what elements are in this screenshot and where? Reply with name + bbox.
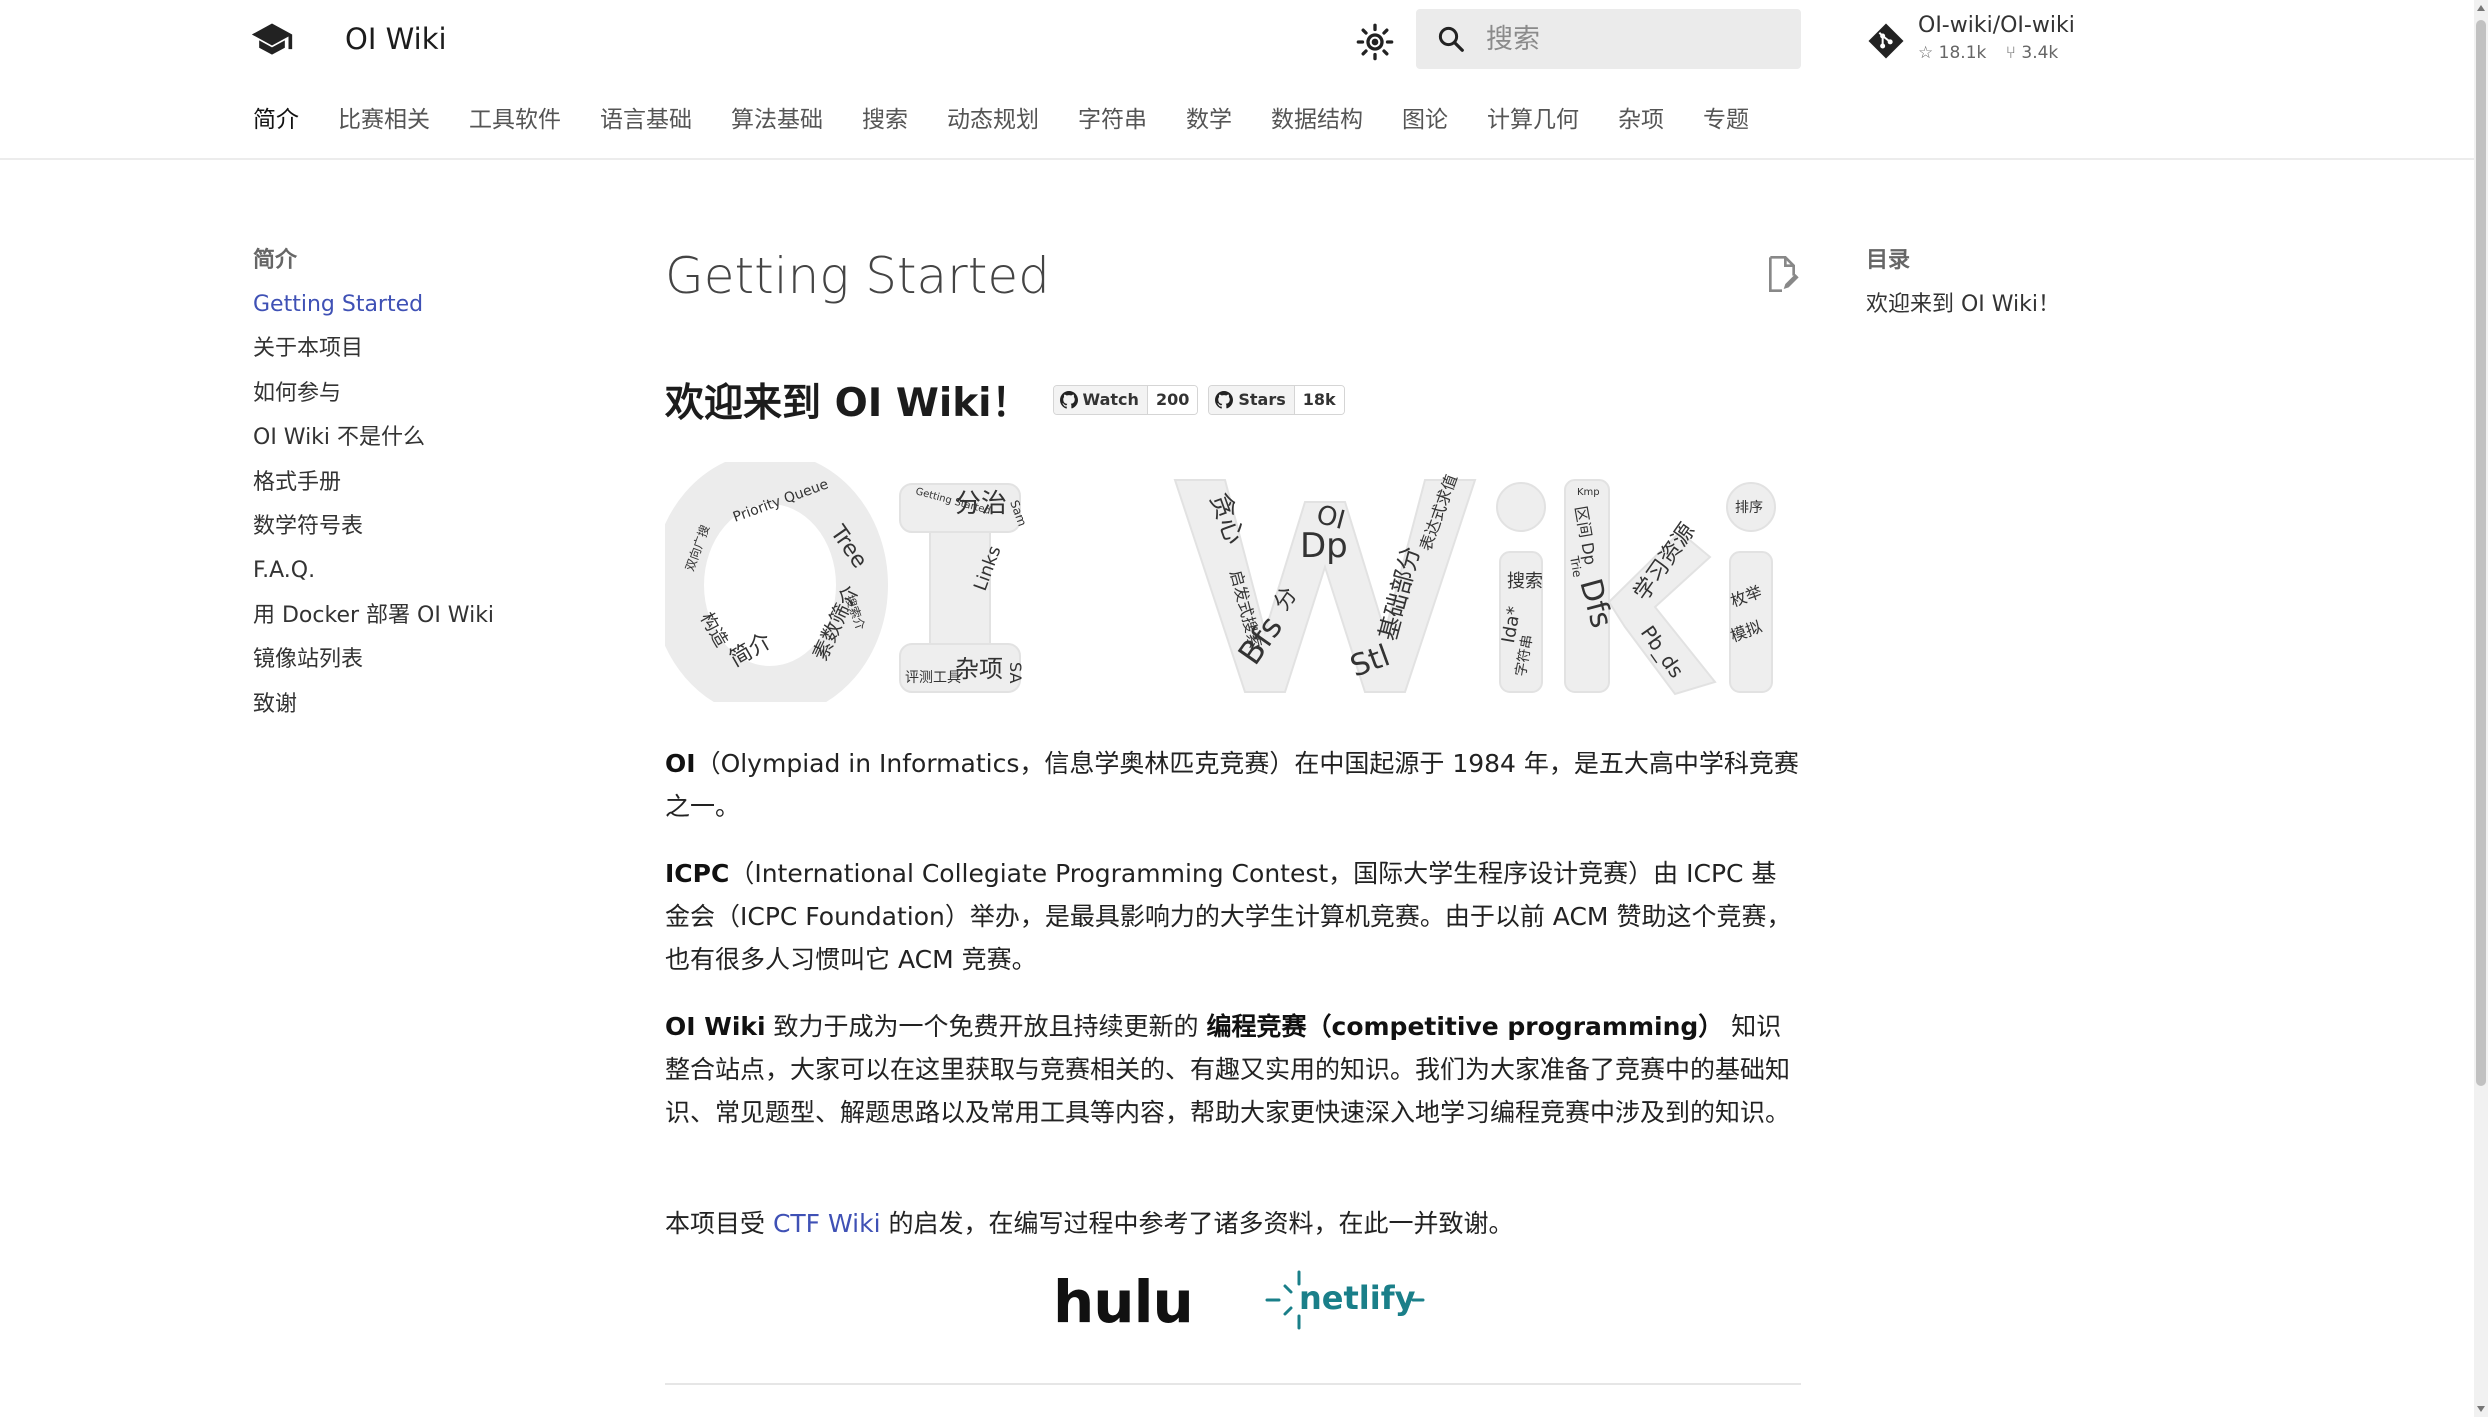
sidebar-item-faq[interactable]: F.A.Q. (253, 556, 583, 586)
toc-title: 目录 (1866, 248, 1911, 273)
table-of-contents: 目录 欢迎来到 OI Wiki！ (1866, 246, 2186, 320)
fork-icon: ⑂ (2005, 43, 2016, 63)
tab-tools[interactable]: 工具软件 (469, 100, 561, 144)
p1-bold: OI (665, 749, 696, 778)
tab-string[interactable]: 字符串 (1078, 100, 1147, 144)
header: OI Wiki 搜索 OI-wiki/OI-wiki ☆ 18.1k ⑂ 3.4… (0, 0, 2474, 160)
word-misc: 杂项 (955, 655, 1003, 683)
repo-stats: ☆ 18.1k ⑂ 3.4k (1918, 42, 2072, 64)
welcome-bold: OI Wiki (834, 381, 992, 426)
repo-name: OI-wiki/OI-wiki (1918, 13, 2075, 38)
tab-math[interactable]: 数学 (1186, 100, 1232, 144)
theme-toggle-icon[interactable] (1355, 22, 1395, 62)
tab-topic[interactable]: 专题 (1703, 100, 1749, 144)
tab-misc[interactable]: 杂项 (1618, 100, 1664, 144)
page-title: Getting Started (665, 247, 1050, 305)
word-kmp: Kmp (1577, 487, 1600, 498)
paragraph-oi: OI（Olympiad in Informatics，信息学奥林匹克竞赛）在中国… (665, 742, 1801, 828)
tab-contest[interactable]: 比赛相关 (338, 100, 430, 144)
word-sort: 排序 (1735, 500, 1763, 516)
word-judge-tools: 评测工具 (905, 670, 961, 686)
main-content: Getting Started 欢迎来到 OI Wiki！ Watch 200 … (665, 240, 1802, 1385)
scroll-up-arrow-icon[interactable] (2477, 5, 2485, 11)
watch-label: Watch (1082, 390, 1139, 409)
github-badges: Watch 200 Stars 18k (1052, 385, 1355, 415)
github-icon (1059, 391, 1078, 409)
forks-count: 3.4k (2021, 43, 2059, 63)
content-divider (665, 1383, 1801, 1385)
sidebar-item-mirrors[interactable]: 镜像站列表 (253, 645, 583, 675)
sidebar-item-math-symbols[interactable]: 数学符号表 (253, 512, 583, 542)
repo-link[interactable]: OI-wiki/OI-wiki ☆ 18.1k ⑂ 3.4k (1862, 10, 2102, 70)
search-input[interactable] (1486, 9, 1786, 69)
p4-text2: 的启发，在编写过程中参考了诸多资料，在此一并致谢。 (880, 1209, 1514, 1238)
word-search: 搜索 (1507, 571, 1543, 592)
sidebar-item-format[interactable]: 格式手册 (253, 468, 583, 498)
p4-text1: 本项目受 (665, 1209, 773, 1238)
p2-bold: ICPC (665, 859, 730, 888)
p1-text: （Olympiad in Informatics，信息学奥林匹克竞赛）在中国起源… (665, 749, 1799, 821)
tab-ds[interactable]: 数据结构 (1271, 100, 1363, 144)
star-icon: ☆ (1918, 43, 1934, 63)
tab-intro[interactable]: 简介 (253, 100, 299, 144)
p3-bold2: 编程竞赛（competitive programming） (1206, 1012, 1724, 1041)
sponsors: hulu netlify (665, 1262, 1801, 1342)
sidebar-item-contribute[interactable]: 如何参与 (253, 379, 583, 409)
netlify-text: netlify (1299, 1279, 1416, 1317)
scrollbar-thumb[interactable] (2476, 20, 2486, 1086)
p2-text: （International Collegiate Programming Co… (665, 859, 1792, 974)
oi-wiki-wordcloud-logo: Priority Queue Tree 简介 素数筛介 构造 Links 双向广… (665, 462, 1776, 702)
github-icon (1215, 391, 1234, 409)
paragraph-icpc: ICPC（International Collegiate Programmin… (665, 852, 1801, 981)
site-title[interactable]: OI Wiki (345, 18, 447, 60)
sidebar-nav: 简介 Getting Started 关于本项目 如何参与 OI Wiki 不是… (253, 246, 583, 734)
paragraph-oiwiki: OI Wiki 致力于成为一个免费开放且持续更新的 编程竞赛（competiti… (665, 1005, 1801, 1134)
word-sa: SA (1006, 662, 1025, 683)
stars-count: 18.1k (1938, 43, 1987, 63)
sidebar-item-about[interactable]: 关于本项目 (253, 334, 583, 364)
edit-page-icon[interactable] (1762, 254, 1802, 294)
top-tabs: 简介 比赛相关 工具软件 语言基础 算法基础 搜索 动态规划 字符串 数学 数据… (253, 100, 1788, 144)
sidebar-item-thanks[interactable]: 致谢 (253, 690, 583, 720)
hulu-logo[interactable]: hulu (1053, 1272, 1194, 1332)
netlify-logo[interactable]: netlify (1265, 1268, 1425, 1332)
tab-dp[interactable]: 动态规划 (947, 100, 1039, 144)
sidebar-title: 简介 (253, 248, 298, 273)
tab-geometry[interactable]: 计算几何 (1487, 100, 1579, 144)
tab-search[interactable]: 搜索 (862, 100, 908, 144)
welcome-heading: 欢迎来到 OI Wiki！ (665, 372, 1031, 428)
paragraph-thanks: 本项目受 CTF Wiki 的启发，在编写过程中参考了诸多资料，在此一并致谢。 (665, 1202, 1801, 1245)
stars-badge[interactable]: Stars 18k (1208, 385, 1345, 415)
watch-badge[interactable]: Watch 200 (1052, 385, 1199, 415)
git-icon (1868, 23, 1904, 59)
p3-bold1: OI Wiki (665, 1012, 766, 1041)
sidebar-item-getting-started[interactable]: Getting Started (253, 290, 583, 320)
welcome-heading-row: 欢迎来到 OI Wiki！ Watch 200 Stars 18k (665, 370, 1355, 430)
welcome-prefix: 欢迎来到 (665, 381, 835, 426)
graduation-cap-icon[interactable] (250, 18, 294, 62)
tab-language[interactable]: 语言基础 (600, 100, 692, 144)
sidebar-item-not-what[interactable]: OI Wiki 不是什么 (253, 423, 583, 453)
ctf-wiki-link[interactable]: CTF Wiki (773, 1209, 881, 1238)
search-icon (1438, 26, 1464, 52)
tab-basic[interactable]: 算法基础 (731, 100, 823, 144)
toc-item-welcome[interactable]: 欢迎来到 OI Wiki！ (1866, 290, 2186, 320)
sidebar-item-docker[interactable]: 用 Docker 部署 OI Wiki (253, 601, 583, 631)
watch-count: 200 (1146, 386, 1198, 414)
scroll-down-arrow-icon[interactable] (2477, 1406, 2485, 1412)
page-scrollbar[interactable] (2474, 0, 2488, 1417)
welcome-suffix: ！ (991, 381, 1031, 426)
forks-stat: ⑂ 3.4k (2006, 43, 2059, 63)
stars-stat: ☆ 18.1k (1918, 43, 1986, 63)
stars-count-badge: 18k (1293, 386, 1344, 414)
tab-graph[interactable]: 图论 (1402, 100, 1448, 144)
stars-label: Stars (1238, 390, 1286, 409)
search-box[interactable] (1416, 9, 1801, 69)
p3-text1: 致力于成为一个免费开放且持续更新的 (765, 1012, 1207, 1041)
